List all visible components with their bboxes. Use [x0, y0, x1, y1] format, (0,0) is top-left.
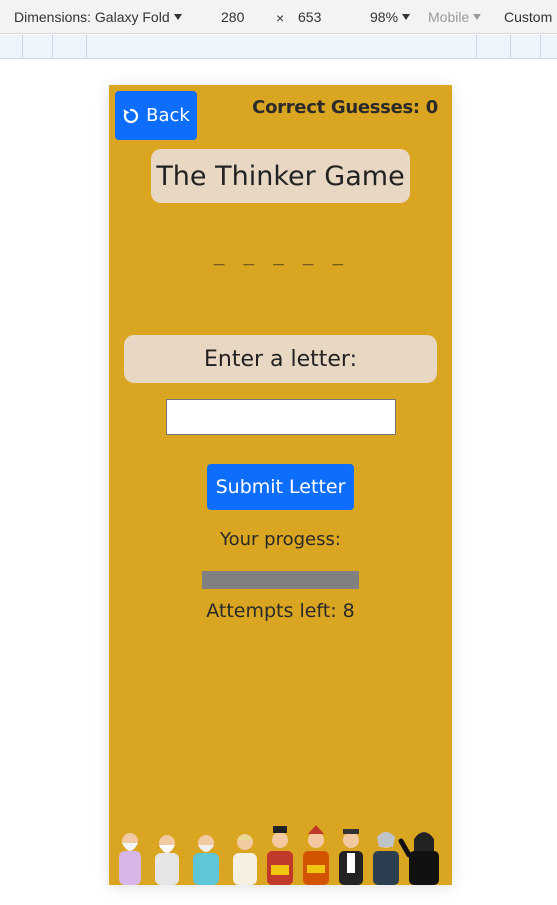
progress-label: Your progess:	[220, 529, 341, 550]
width-field[interactable]: 280	[221, 9, 244, 25]
submit-letter-button[interactable]: Submit Letter	[207, 464, 354, 510]
dimensions-label: Dimensions: Galaxy Fold	[14, 9, 170, 25]
letter-input[interactable]	[166, 399, 396, 435]
chevron-down-icon	[473, 14, 482, 20]
chevron-down-icon	[402, 14, 411, 20]
philosopher-figure	[398, 832, 439, 885]
hidden-word-display: _ _ _ _ _	[213, 245, 348, 266]
attempts-left: Attempts left: 8	[206, 600, 355, 622]
back-button-label: Back	[146, 105, 190, 126]
philosopher-figure	[339, 829, 363, 885]
device-type-dropdown[interactable]: Mobile	[428, 9, 482, 25]
philosopher-figure	[303, 825, 329, 885]
devtools-toolbar: Dimensions: Galaxy Fold 280 × 653 98% Mo…	[0, 0, 557, 34]
philosopher-figure	[193, 835, 219, 885]
philosopher-figure	[267, 826, 293, 885]
times-icon: ×	[276, 10, 285, 26]
ruler-mark	[510, 35, 511, 59]
ruler-mark	[540, 35, 541, 59]
philosopher-figure	[373, 832, 399, 885]
device-type-label: Mobile	[428, 9, 470, 25]
philosopher-figure	[119, 833, 141, 885]
philosopher-figure	[155, 835, 179, 885]
device-viewport: Back Correct Guesses: 0 The Thinker Game…	[109, 85, 452, 885]
height-field[interactable]: 653	[298, 9, 321, 25]
ruler-mark	[52, 35, 53, 59]
dimensions-dropdown[interactable]: Dimensions: Galaxy Fold	[14, 9, 182, 25]
media-query-ruler[interactable]	[0, 35, 557, 59]
ruler-mark	[476, 35, 477, 59]
custom-label[interactable]: Custom	[504, 9, 552, 25]
ruler-mark	[22, 35, 23, 59]
zoom-dropdown[interactable]: 98%	[370, 9, 411, 25]
letter-prompt: Enter a letter:	[124, 335, 437, 383]
chevron-down-icon	[173, 14, 182, 20]
zoom-label: 98%	[370, 9, 399, 25]
philosopher-figure	[233, 834, 257, 885]
ruler-mark	[86, 35, 87, 59]
philosophers-illustration	[119, 825, 439, 885]
correct-guesses-counter: Correct Guesses: 0	[252, 97, 438, 118]
back-button[interactable]: Back	[115, 91, 197, 140]
progress-bar	[202, 571, 359, 589]
undo-arrow-icon	[123, 108, 139, 123]
game-title: The Thinker Game	[151, 149, 410, 203]
